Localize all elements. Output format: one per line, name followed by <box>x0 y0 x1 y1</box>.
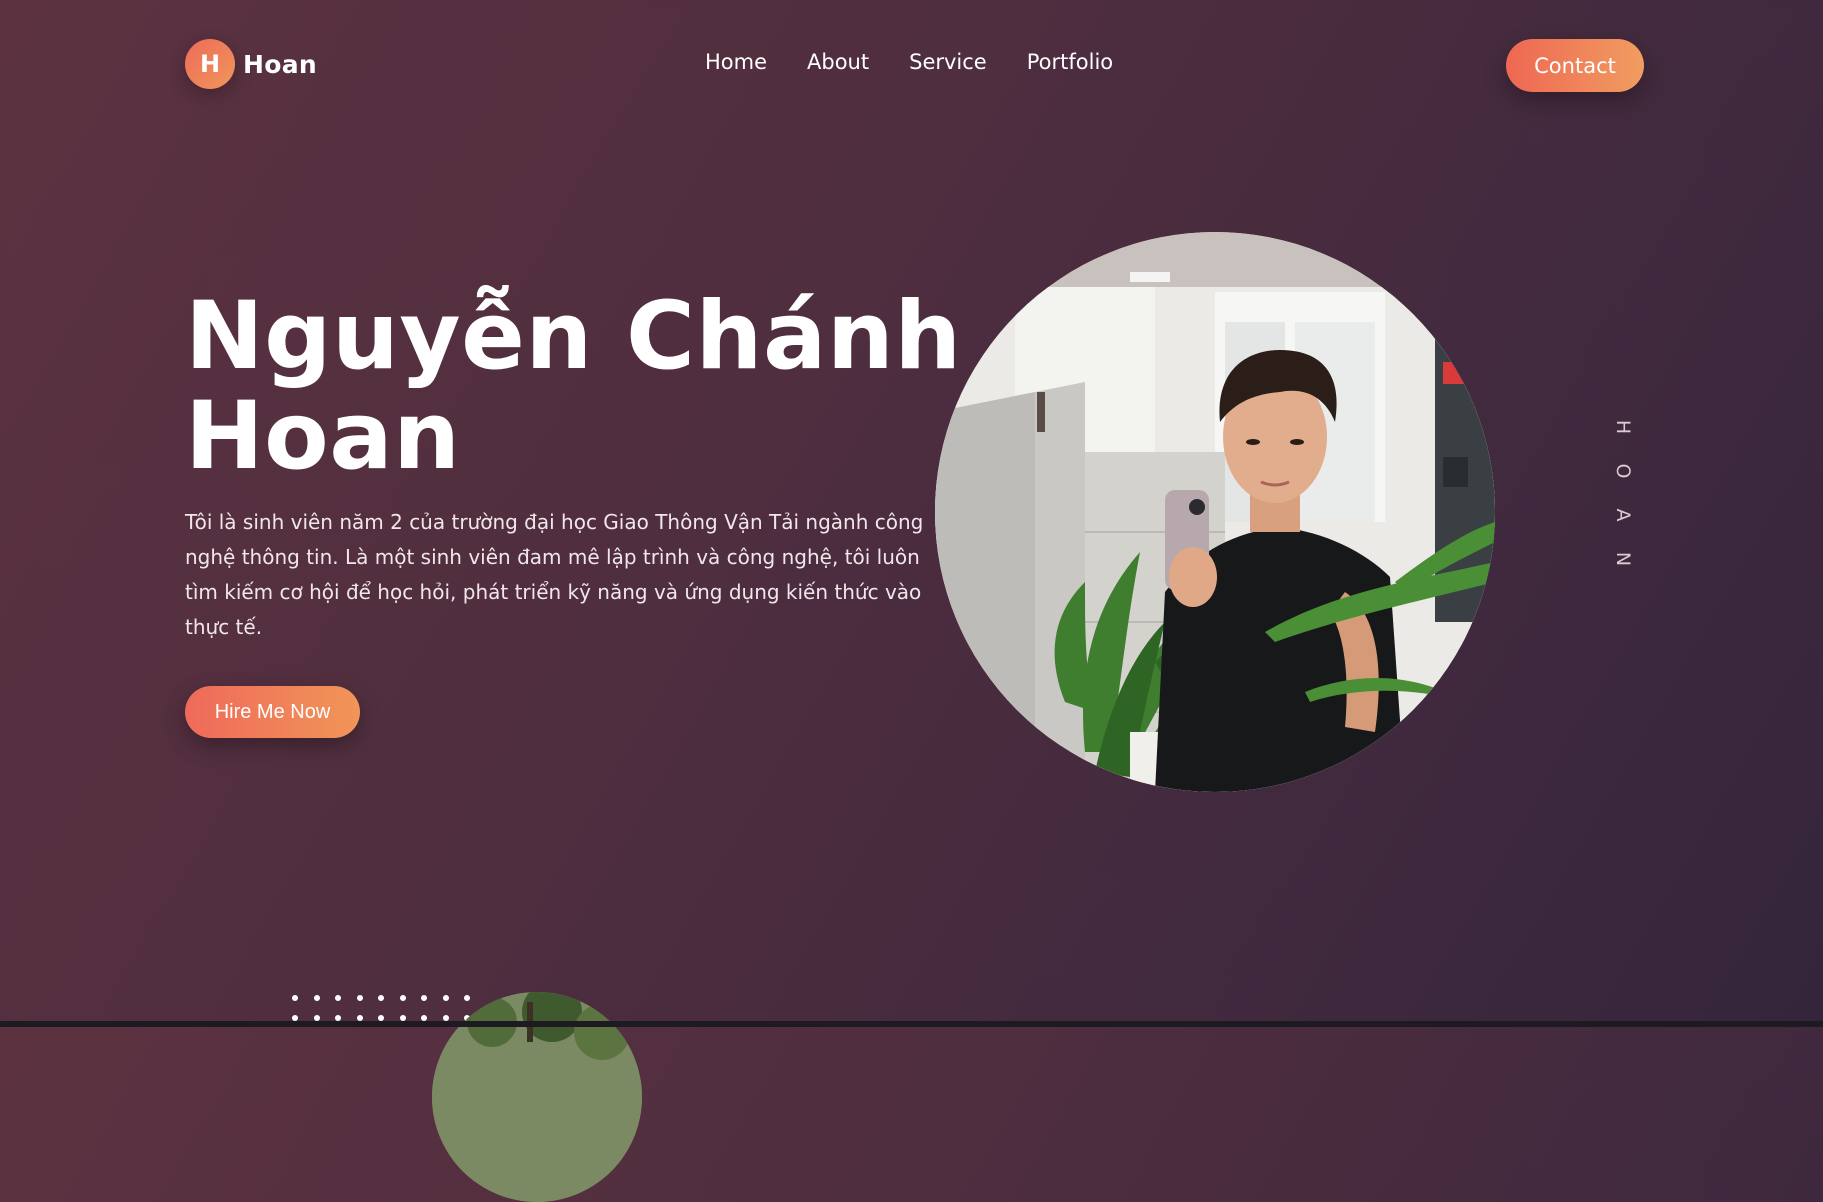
bottom-edge-bar <box>0 1021 1823 1027</box>
decor-dot <box>464 995 470 1001</box>
hero-title: Nguyễn Chánh Hoan <box>185 287 1005 487</box>
side-letter: O <box>1612 463 1634 479</box>
hire-me-button[interactable]: Hire Me Now <box>185 686 360 738</box>
main-nav: Home About Service Portfolio <box>705 50 1113 74</box>
decor-dot <box>421 995 427 1001</box>
decor-dot <box>335 995 341 1001</box>
profile-photo <box>935 232 1495 792</box>
hero-description: Tôi là sinh viên năm 2 của trường đại họ… <box>185 510 924 639</box>
decor-dot <box>313 995 320 1001</box>
nav-item-home[interactable]: Home <box>705 50 767 74</box>
logo-mark: H <box>185 39 235 89</box>
nav-item-service[interactable]: Service <box>909 50 987 74</box>
logo[interactable]: H Hoan <box>185 39 317 89</box>
decor-dot <box>378 995 384 1001</box>
vertical-side-text: H O A N <box>1612 416 1634 570</box>
logo-text: Hoan <box>243 49 317 79</box>
side-letter: A <box>1612 508 1634 522</box>
decor-dot <box>399 995 406 1001</box>
nav-item-portfolio[interactable]: Portfolio <box>1027 50 1113 74</box>
contact-button[interactable]: Contact <box>1506 39 1644 92</box>
hero-title-line2: Hoan <box>185 382 461 491</box>
side-letter: H <box>1612 419 1634 435</box>
side-letter: N <box>1612 551 1634 567</box>
decor-dot <box>292 995 298 1001</box>
hero-title-line1: Nguyễn Chánh <box>185 282 962 391</box>
nav-item-about[interactable]: About <box>807 50 869 74</box>
decor-dot <box>356 995 363 1001</box>
decor-dot <box>442 995 449 1001</box>
